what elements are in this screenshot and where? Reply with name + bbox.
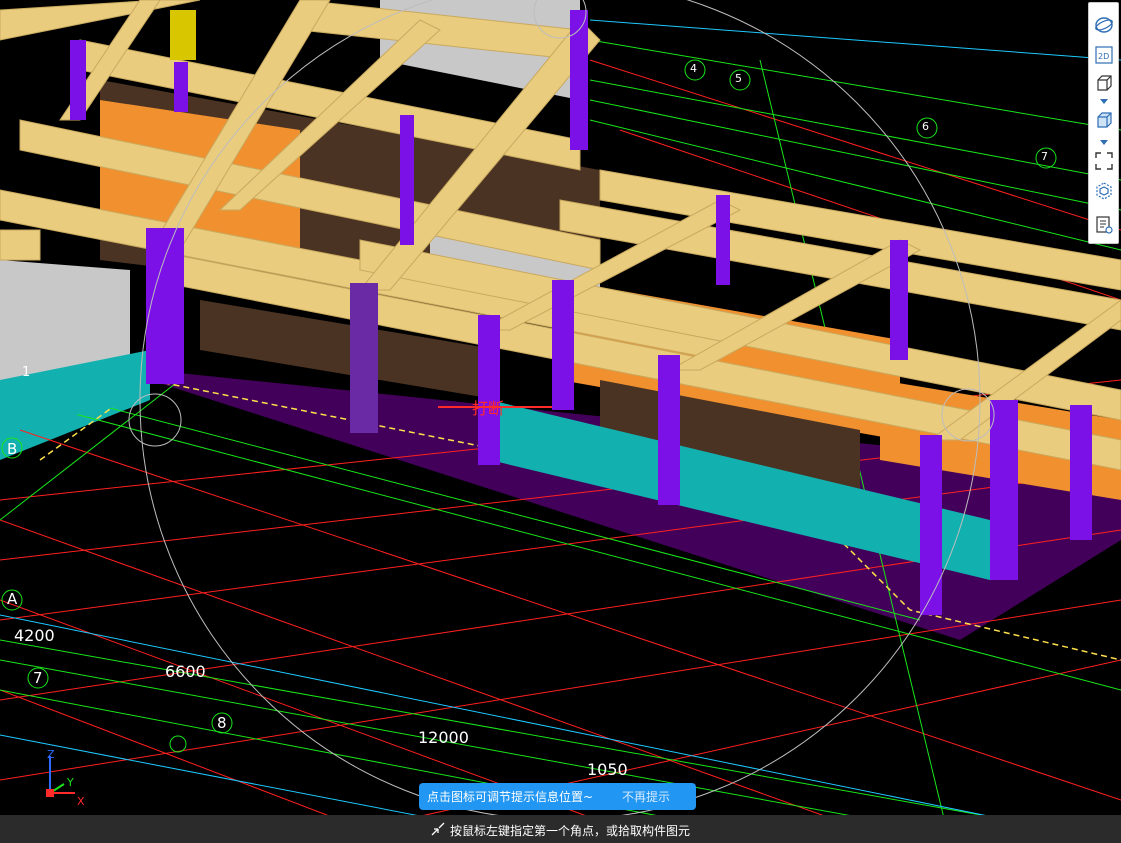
solid-box-icon (1097, 112, 1112, 128)
view-toolbar: 2D (1088, 2, 1119, 244)
wireframe-box-icon (1097, 75, 1112, 91)
dimension-4200: 4200 (14, 626, 55, 645)
coordinate-axis-indicator: Z Y X (40, 748, 90, 808)
fullscreen-icon (1095, 152, 1113, 170)
dimension-6600: 6600 (165, 662, 206, 681)
tip-message[interactable]: 点击图标可调节提示信息位置~ (427, 788, 622, 805)
axis-label-7-top: 7 (1041, 150, 1048, 163)
cursor-prompt: 打断 (472, 399, 505, 418)
command-prompt-text: 按鼠标左键指定第一个角点，或拾取构件图元 (450, 824, 691, 838)
axis-label-8: 8 (217, 714, 227, 732)
list-view-button[interactable] (1092, 213, 1116, 237)
chevron-down-icon[interactable] (1100, 99, 1108, 104)
dimension-12000: 12000 (418, 728, 469, 747)
command-status-bar: 按鼠标左键指定第一个角点，或拾取构件图元 (0, 815, 1121, 843)
dimension-1050: 1050 (587, 760, 628, 779)
component-icon (1096, 182, 1112, 200)
axis-x-label: X (77, 795, 85, 808)
corner-pick-icon (430, 821, 446, 840)
2d-icon: 2D (1095, 46, 1113, 64)
axis-label-4: 4 (690, 62, 697, 75)
fullscreen-button[interactable] (1092, 149, 1116, 173)
component-view-button[interactable] (1092, 179, 1116, 203)
svg-text:2D: 2D (1098, 52, 1109, 61)
2d-view-button[interactable]: 2D (1092, 43, 1116, 67)
model-scene[interactable] (0, 0, 1121, 843)
list-view-icon (1096, 216, 1113, 234)
3d-viewport[interactable]: 4200 6600 12000 1050 12000 109000 10 7 8… (0, 0, 1121, 843)
axis-label-7: 7 (33, 669, 43, 687)
axis-label-6: 6 (922, 120, 929, 133)
tip-banner[interactable]: 点击图标可调节提示信息位置~ 不再提示 (419, 783, 696, 810)
axis-y-label: Y (66, 776, 74, 789)
3d-wireframe-button[interactable] (1092, 71, 1116, 95)
axis-label-B: B (7, 440, 18, 458)
axis-label-A: A (7, 590, 18, 608)
axis-label-5: 5 (735, 72, 742, 85)
dismiss-tip-link[interactable]: 不再提示 (622, 788, 670, 805)
orbit-button[interactable] (1092, 13, 1116, 37)
chevron-down-icon[interactable] (1100, 140, 1108, 145)
3d-solid-button[interactable] (1092, 109, 1116, 133)
axis-z-label: Z (47, 748, 55, 761)
orbit-icon (1095, 17, 1113, 33)
axis-label-1: 1 (22, 365, 31, 380)
column-yellow (170, 10, 196, 60)
